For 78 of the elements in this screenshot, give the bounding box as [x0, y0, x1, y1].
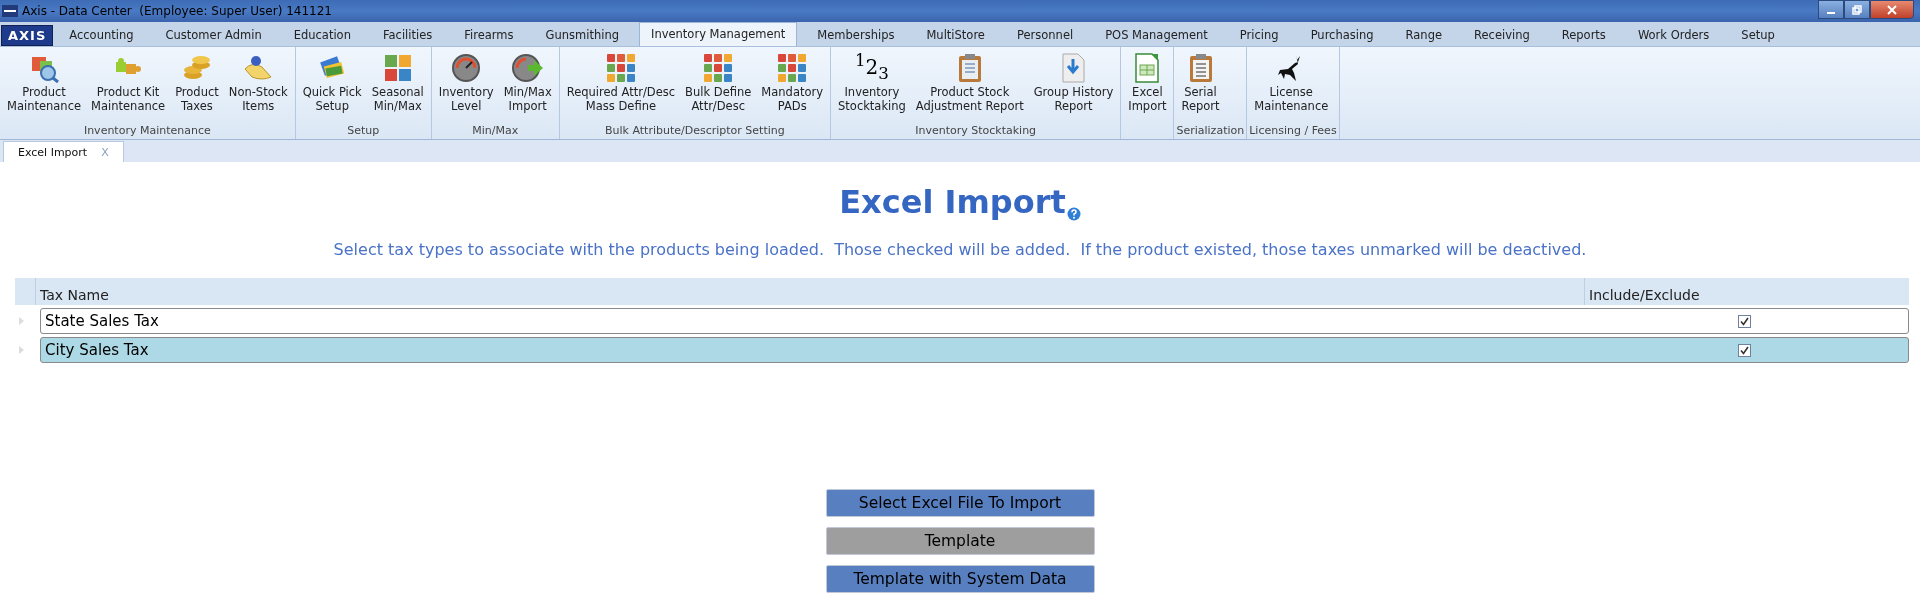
help-icon[interactable] — [1066, 207, 1081, 221]
ribbon-button[interactable]: Serial Report — [1176, 47, 1225, 124]
group-label: Bulk Attribute/Descriptor Setting — [604, 124, 786, 139]
tiles-icon — [382, 53, 413, 83]
ribbon-button[interactable]: Excel Import — [1123, 47, 1172, 124]
checkbox[interactable] — [1737, 343, 1751, 357]
group-label: Min/Max — [471, 124, 520, 139]
menu-tab[interactable]: Customer Admin — [149, 24, 278, 46]
row-indicator-icon — [19, 317, 24, 325]
ribbon-button[interactable]: Group History Report — [1028, 47, 1119, 124]
ribbon-button[interactable]: Seasonal Min/Max — [366, 47, 429, 124]
column-header: Include/Exclude — [1588, 286, 1701, 305]
close-button[interactable] — [1870, 0, 1914, 19]
clipboard-icon — [1187, 53, 1214, 83]
menu-tab[interactable]: Gunsmithing — [529, 24, 635, 46]
gauge-icon — [451, 53, 482, 83]
ribbon-button[interactable]: Product Taxes — [170, 47, 224, 124]
ribbon-button[interactable]: Product Kit Maintenance — [86, 47, 171, 124]
group-label: Licensing / Fees — [1249, 124, 1337, 139]
ribbon-button[interactable]: Bulk Define Attr/Desc — [680, 47, 757, 124]
grid-icon — [605, 53, 636, 83]
gauge-arrow-icon — [511, 53, 544, 83]
menu-tab[interactable]: Pricing — [1223, 24, 1295, 46]
page-heading: Excel Import — [839, 182, 1066, 222]
ribbon-button[interactable]: Min/Max Import — [498, 47, 557, 124]
column-header: Tax Name — [36, 278, 1585, 305]
menu-tab[interactable]: Work Orders — [1621, 24, 1726, 46]
grid-icon — [777, 53, 808, 83]
logo-tab[interactable]: AXIS — [1, 25, 54, 46]
ribbon-button[interactable]: Non-Stock Items — [223, 47, 293, 124]
ribbon-button[interactable]: Product Maintenance — [2, 47, 87, 124]
menu-tab[interactable]: POS Management — [1089, 24, 1224, 46]
close-icon — [1886, 4, 1898, 15]
ribbon-button[interactable]: Mandatory PADs — [756, 47, 829, 124]
group-label: Inventory Maintenance — [82, 124, 212, 139]
menu-tab[interactable]: Education — [277, 24, 367, 46]
document-arrow-icon — [1060, 53, 1087, 83]
grid-icon — [703, 53, 734, 83]
numbers-glyph: $^{1}$2$_{3}$ — [854, 53, 889, 83]
menu-tab[interactable]: Firearms — [448, 24, 530, 46]
table-row[interactable]: City Sales Tax — [40, 337, 1909, 363]
ribbon-button[interactable]: Quick Pick Setup — [297, 47, 367, 124]
restore-button[interactable] — [1844, 0, 1870, 19]
menu-tab[interactable]: MultiStore — [910, 24, 1001, 46]
menu-tab[interactable]: Facilities — [366, 24, 449, 46]
menu-tab[interactable]: Reports — [1545, 24, 1622, 46]
row-indicator-icon — [19, 346, 24, 354]
spreadsheet-icon — [1134, 53, 1161, 83]
ribbon-button[interactable]: Required Attr/Desc Mass Define — [561, 47, 681, 124]
instructions-text: Select tax types to associate with the products being loaded. Those checked will be added. If the product existed, those taxes unmarked will be deactived. — [332, 240, 1588, 261]
table-cell-text: City Sales Tax — [44, 341, 150, 359]
ribbon-button[interactable]: Product Stock Adjustment Report — [910, 47, 1029, 124]
table-row[interactable]: State Sales Tax — [40, 308, 1909, 334]
ribbon-button[interactable]: License Maintenance — [1249, 47, 1334, 124]
menu-tab[interactable]: Memberships — [801, 24, 911, 46]
table-cell-text: State Sales Tax — [44, 312, 160, 330]
document-tab[interactable]: Excel Import X — [3, 141, 124, 162]
group-label: Serialization — [1176, 124, 1245, 139]
menu-tab[interactable]: Personnel — [1000, 24, 1090, 46]
menu-tab[interactable]: Range — [1389, 24, 1458, 46]
menu-tab[interactable]: Purchasing — [1294, 24, 1390, 46]
clipboard-icon — [956, 53, 983, 83]
restore-icon — [1852, 4, 1862, 15]
action-button[interactable]: Select Excel File To Import — [825, 489, 1095, 517]
menu-tab[interactable]: Inventory Management — [639, 22, 798, 46]
ribbon-button[interactable]: Inventory Level — [433, 47, 499, 124]
window-title: Axis - Data Center (Employee: Super User) 141121 — [22, 4, 333, 18]
group-label: Inventory Stocktaking — [914, 124, 1038, 139]
menu-tab[interactable]: Setup — [1725, 24, 1791, 46]
ribbon-button[interactable]: $^{1}$2$_{3}$ Inventory Stocktaking — [833, 47, 911, 124]
app-icon — [2, 5, 18, 17]
checkbox[interactable] — [1737, 314, 1751, 328]
action-button[interactable]: Template with System Data — [825, 565, 1095, 593]
minimize-icon — [1827, 11, 1835, 14]
menu-tab[interactable]: Accounting — [53, 24, 150, 46]
menu-tab[interactable]: Receiving — [1458, 24, 1546, 46]
minimize-button[interactable] — [1818, 0, 1844, 19]
group-label: Setup — [346, 124, 381, 139]
